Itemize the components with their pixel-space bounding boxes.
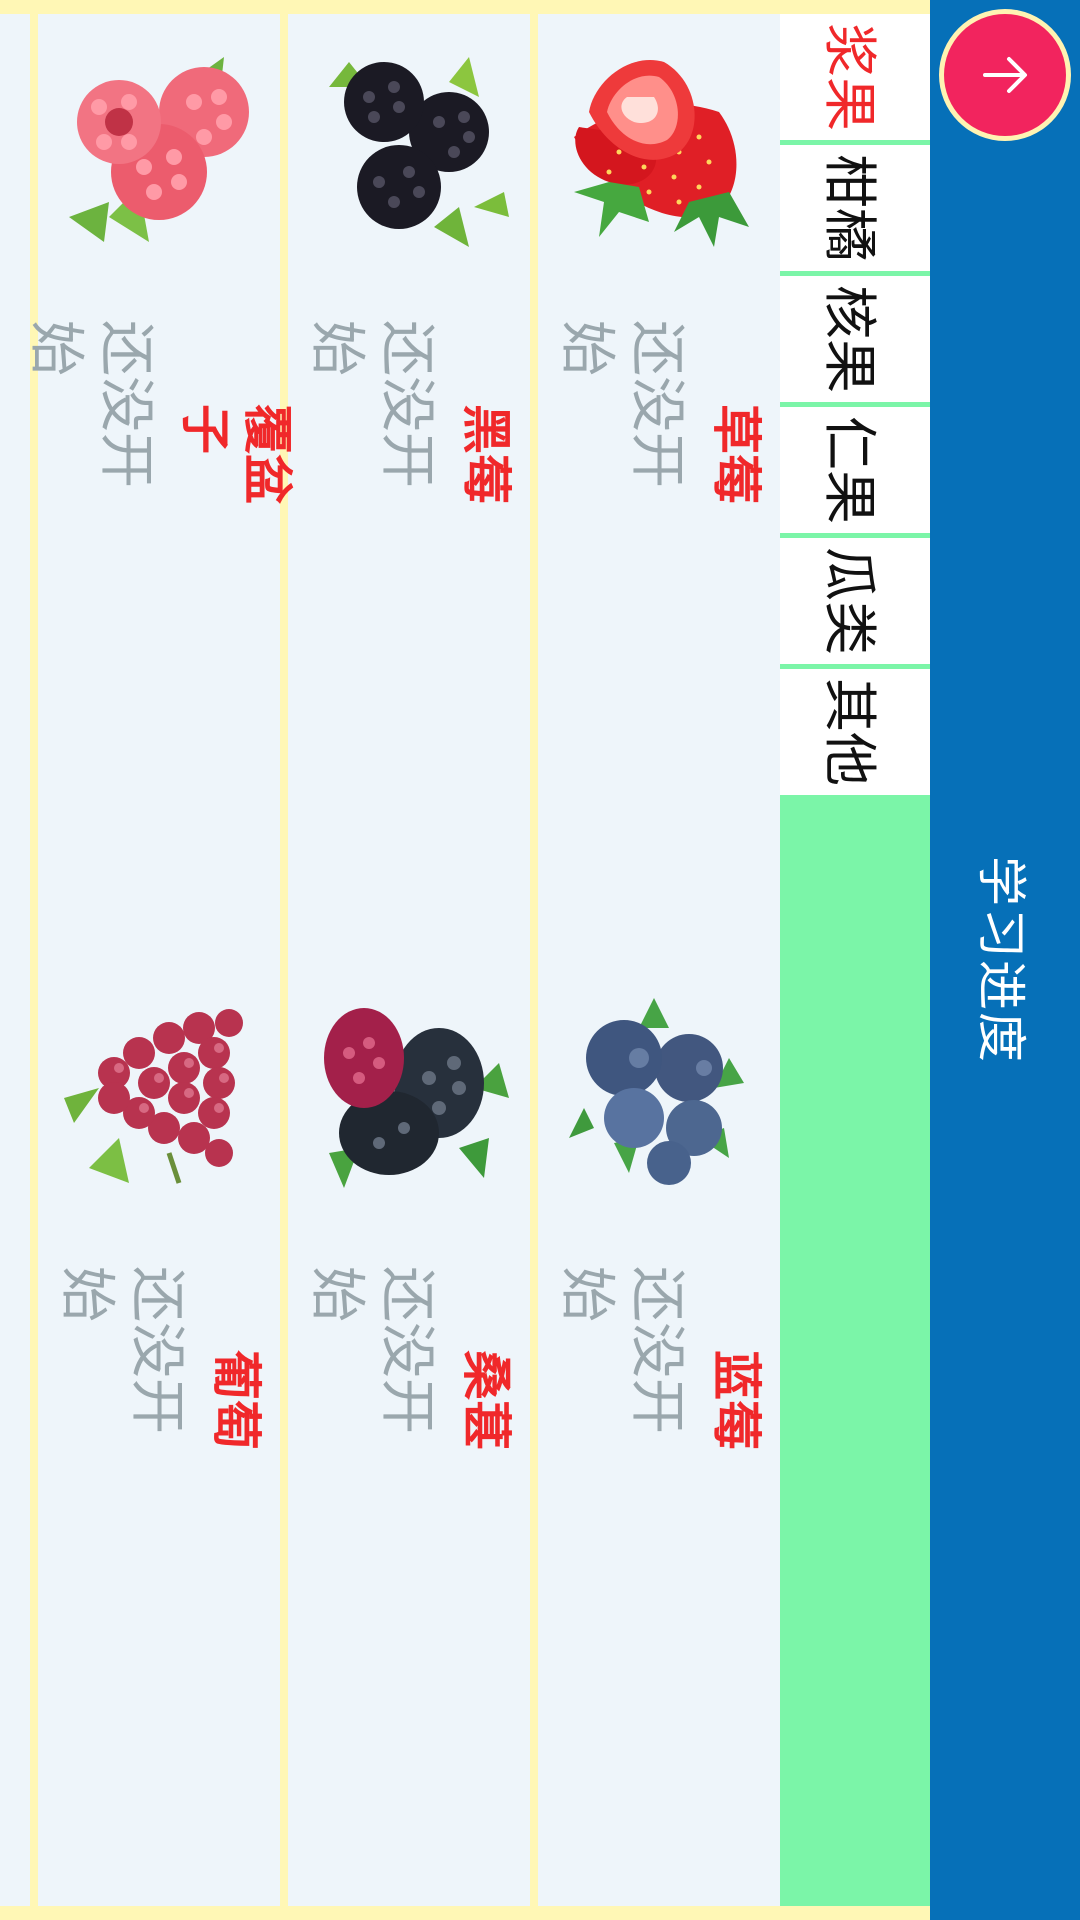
list-row-partial (0, 14, 30, 1906)
page-title: 学习进度 (972, 856, 1030, 1064)
fruit-status: 还没开始 (554, 320, 689, 488)
tab-melons[interactable]: 瓜类 (780, 538, 930, 669)
fruit-name: 蓝莓 (707, 1350, 765, 1450)
fruit-name: 葡萄 (207, 1350, 265, 1450)
fruit-name: 草莓 (707, 404, 765, 504)
header-bar: 学习进度 (930, 0, 1080, 1920)
list-row: 覆盆子 还没开始 葡萄 还没开始 (23, 14, 296, 1906)
fruit-card-text: 桑葚 还没开始 (288, 1230, 530, 1466)
category-tabs: 浆果 柑橘 核果 仁果 瓜类 其他 (780, 14, 930, 1906)
tab-berries[interactable]: 浆果 (780, 14, 930, 145)
scroll-up-button[interactable] (944, 14, 1066, 136)
list-row: 草莓 还没开始 蓝莓 还没开始 (538, 14, 780, 1906)
tab-other[interactable]: 其他 (780, 669, 930, 800)
fruit-card-text: 草莓 还没开始 (538, 284, 780, 520)
fruit-card-text: 黑莓 还没开始 (288, 284, 530, 520)
app-screen: 学习进度 浆果 柑橘 核果 仁果 瓜类 其他 草莓 还没开始 蓝莓 还没开始 黑… (0, 0, 1080, 1920)
fruit-card-text: 覆盆子 还没开始 (23, 284, 296, 520)
fruit-name: 桑葚 (457, 1350, 515, 1450)
fruit-card-strawberry[interactable]: 草莓 还没开始 (538, 14, 780, 960)
grape-icon (64, 1009, 243, 1184)
tab-citrus[interactable]: 柑橘 (780, 145, 930, 276)
fruit-status: 还没开始 (304, 1266, 439, 1434)
fruit-list: 草莓 还没开始 蓝莓 还没开始 黑莓 还没开始 桑葚 还没开始 覆盆子 还没开始… (0, 14, 780, 1906)
fruit-card-raspberry[interactable]: 覆盆子 还没开始 (23, 14, 296, 960)
fruit-status: 还没开始 (554, 1266, 689, 1434)
fruit-card-blackberry[interactable]: 黑莓 还没开始 (288, 14, 530, 960)
fruit-name: 覆盆子 (176, 404, 296, 504)
blueberry-icon (569, 998, 744, 1185)
tabs-spacer (780, 800, 930, 1906)
strawberry-icon (574, 60, 749, 247)
fruit-status: 还没开始 (54, 1266, 189, 1434)
fruit-card-mulberry[interactable]: 桑葚 还没开始 (288, 960, 530, 1906)
fruit-card-text: 蓝莓 还没开始 (538, 1230, 780, 1466)
tab-pome-fruit[interactable]: 仁果 (780, 407, 930, 538)
mulberry-icon (324, 1008, 509, 1188)
fruit-card-text: 葡萄 还没开始 (38, 1230, 280, 1466)
fruit-status: 还没开始 (304, 320, 439, 488)
tab-stone-fruit[interactable]: 核果 (780, 276, 930, 407)
fruit-card-blueberry[interactable]: 蓝莓 还没开始 (538, 960, 780, 1906)
arrow-up-icon (983, 57, 1027, 93)
fruit-card-grape[interactable]: 葡萄 还没开始 (38, 960, 280, 1906)
list-row: 黑莓 还没开始 桑葚 还没开始 (288, 14, 530, 1906)
raspberry-icon (69, 57, 249, 242)
blackberry-icon (329, 57, 509, 247)
fruit-status: 还没开始 (23, 320, 158, 488)
fruit-name: 黑莓 (457, 404, 515, 504)
